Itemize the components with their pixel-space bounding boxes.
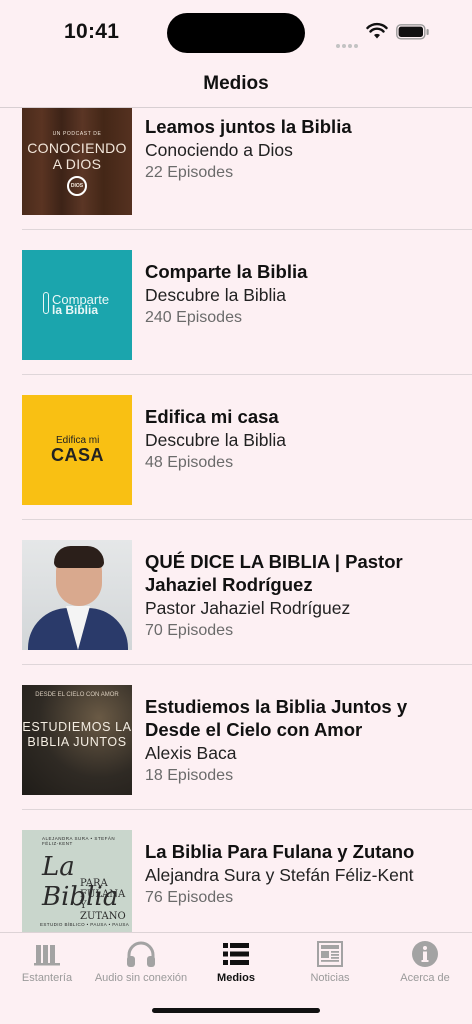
dynamic-island: [167, 13, 305, 53]
podcast-artwork: DESDE EL CIELO CON AMOR ESTUDIEMOS LA BI…: [22, 685, 132, 795]
podcast-title: La Biblia Para Fulana y Zutano: [145, 841, 415, 862]
podcast-author: Conociendo a Dios: [145, 140, 293, 160]
podcast-title: Edifica mi casa: [145, 406, 279, 427]
podcast-author: Alejandra Sura y Stefán Féliz-Kent: [145, 865, 414, 885]
tab-label: Estantería: [21, 972, 73, 984]
info-icon: [412, 941, 438, 967]
newspaper-icon: [317, 941, 343, 967]
podcast-artwork: Comparte la Biblia: [22, 250, 132, 360]
podcast-title: Leamos juntos la Biblia: [145, 116, 352, 137]
tab-medios[interactable]: Medios: [189, 939, 283, 984]
podcast-row-edifica[interactable]: Edifica mi CASA Edifica mi casa Descubre…: [22, 375, 472, 520]
episode-count: 22 Episodes: [145, 164, 234, 181]
podcast-author: Descubre la Biblia: [145, 430, 287, 450]
podcast-title: Comparte la Biblia: [145, 261, 308, 282]
podcast-row-que-dice[interactable]: QUÉ DICE LA BIBLIA | Pastor Jahaziel Rod…: [22, 520, 472, 665]
tab-label: Noticias: [310, 972, 350, 984]
tab-noticias[interactable]: Noticias: [283, 939, 377, 984]
status-bar: 10:41: [0, 0, 472, 60]
home-indicator: [152, 1008, 320, 1013]
podcast-artwork-photo: [22, 540, 132, 650]
tab-acerca-de[interactable]: Acerca de: [378, 939, 472, 984]
podcast-author: Alexis Baca: [145, 743, 237, 763]
podcast-row-estudiemos[interactable]: DESDE EL CIELO CON AMOR ESTUDIEMOS LA BI…: [22, 665, 472, 810]
podcast-title: Estudiemos la Biblia Juntos y Desde el C…: [145, 696, 408, 740]
headphones-icon: [127, 941, 155, 967]
podcast-author: Pastor Jahaziel Rodríguez: [145, 598, 351, 618]
tab-label: Medios: [217, 972, 255, 984]
tab-estanteria[interactable]: Estantería: [0, 939, 94, 984]
cellular-signal-icon: [336, 35, 360, 48]
navigation-bar: Medios: [0, 60, 472, 108]
podcast-artwork: UN PODCAST DE CONOCIENDO A DIOS DIOS: [22, 108, 132, 215]
podcast-row-leamos-juntos[interactable]: UN PODCAST DE CONOCIENDO A DIOS DIOS Lea…: [22, 108, 472, 230]
episode-count: 70 Episodes: [145, 622, 234, 639]
podcast-artwork: Edifica mi CASA: [22, 395, 132, 505]
episode-count: 48 Episodes: [145, 454, 234, 471]
podcast-artwork: ALEJANDRA SURA • STEFÁN FÉLIZ-KENT La Bi…: [22, 830, 132, 932]
episode-count: 240 Episodes: [145, 309, 242, 326]
episode-count: 18 Episodes: [145, 767, 234, 784]
podcast-author: Descubre la Biblia: [145, 285, 287, 305]
podcast-title: QUÉ DICE LA BIBLIA | Pastor Jahaziel Rod…: [145, 551, 403, 595]
episode-count: 76 Episodes: [145, 889, 234, 906]
status-time: 10:41: [64, 20, 120, 43]
podcast-row-comparte[interactable]: Comparte la Biblia Comparte la Biblia De…: [22, 230, 472, 375]
leaf-icon: [43, 292, 49, 314]
podcast-list[interactable]: UN PODCAST DE CONOCIENDO A DIOS DIOS Lea…: [0, 108, 472, 932]
podcast-row-fulana-zutano[interactable]: ALEJANDRA SURA • STEFÁN FÉLIZ-KENT La Bi…: [22, 810, 472, 932]
wifi-icon: [366, 22, 388, 39]
battery-icon: [396, 24, 429, 40]
list-icon: [223, 943, 249, 965]
tab-label: Audio sin conexión: [94, 972, 188, 984]
tab-audio-sin-conexion[interactable]: Audio sin conexión: [94, 939, 188, 984]
tab-label: Acerca de: [400, 972, 450, 984]
bookshelf-icon: [34, 945, 60, 966]
page-title: Medios: [203, 73, 269, 94]
